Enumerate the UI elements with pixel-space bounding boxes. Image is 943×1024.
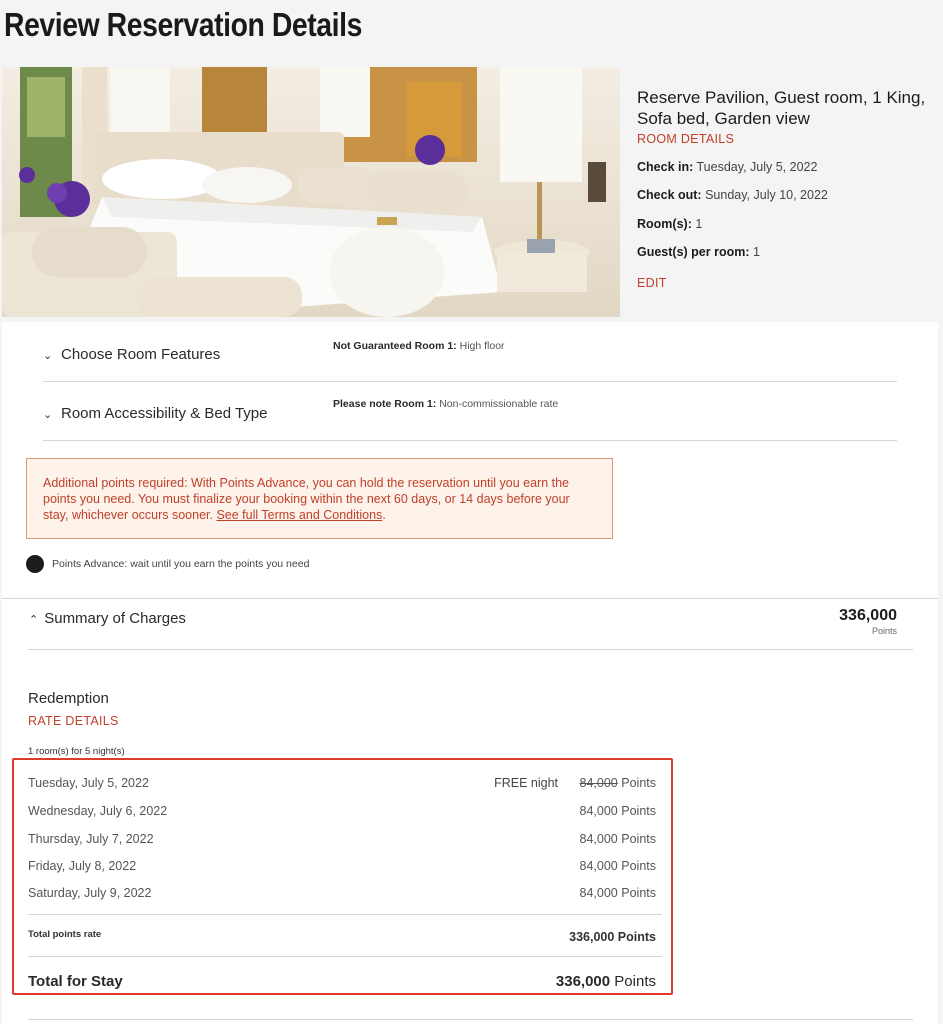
night-points: 84,000 Points [580,859,656,873]
total-points-rate-label: Total points rate [28,929,102,940]
night-date: Wednesday, July 6, 2022 [28,804,168,818]
divider [2,598,938,599]
summary-toggle[interactable]: ⌃ Summary of Charges [29,610,186,627]
terms-link[interactable]: See full Terms and Conditions [216,508,382,522]
edit-link[interactable]: EDIT [637,276,927,290]
night-date: Friday, July 8, 2022 [28,859,137,873]
divider [28,914,662,915]
accessibility-note-label: Please note Room 1: [333,398,437,410]
highlight-box [12,758,673,995]
night-points-value: 84,000 [579,832,618,846]
rate-details-link[interactable]: RATE DETAILS [28,714,119,728]
accessibility-toggle[interactable]: ⌄ Room Accessibility & Bed Type [43,405,267,422]
night-points: 84,000 Points [580,832,656,846]
night-points-unit: Points [621,804,656,818]
check-in-value: Tuesday, July 5, 2022 [696,160,818,174]
check-in-row: Check in: Tuesday, July 5, 2022 [637,159,927,175]
room-features-note-value: High floor [459,340,505,352]
guests-row: Guest(s) per room: 1 [637,244,927,260]
night-points-value: 84,000 [579,859,618,873]
guests-value: 1 [753,245,760,259]
check-out-label: Check out: [637,188,702,202]
total-for-stay-unit: Points [614,973,656,990]
divider [28,956,662,957]
points-alert: Additional points required: With Points … [26,458,613,539]
summary-total: 336,000 Points [839,607,897,636]
night-points-value: 84,000 [579,886,618,900]
night-points-value: 84,000 [579,804,618,818]
room-info: Reserve Pavilion, Guest room, 1 King, So… [637,87,927,290]
free-night-label: FREE night [494,776,558,790]
room-features-row[interactable]: ⌄ Choose Room Features Not Guaranteed Roo… [43,324,897,382]
guests-label: Guest(s) per room: [637,245,750,259]
summary-total-value: 336,000 [839,607,897,624]
chevron-down-icon: ⌄ [43,409,53,421]
summary-total-unit: Points [871,626,897,636]
rooms-label: Room(s): [637,217,692,231]
total-for-stay-label: Total for Stay [28,973,123,990]
night-points-unit: Points [621,832,656,846]
room-features-note: Not Guaranteed Room 1: High floor [333,340,505,352]
divider [28,1019,913,1020]
room-photo [2,67,620,317]
chevron-up-icon: ⌃ [29,614,39,626]
accessibility-row[interactable]: ⌄ Room Accessibility & Bed Type Please no… [43,383,897,441]
points-alert-trailing: . [382,508,386,522]
page-title: Review Reservation Details [4,6,362,43]
night-points: 84,000 Points [580,886,656,900]
room-features-toggle[interactable]: ⌄ Choose Room Features [43,346,220,363]
night-date: Saturday, July 9, 2022 [28,886,152,900]
room-details-link[interactable]: ROOM DETAILS [637,132,927,146]
points-advance-label: Points Advance: wait until you earn the … [52,558,310,570]
room-features-label: Choose Room Features [61,346,221,363]
check-out-row: Check out: Sunday, July 10, 2022 [637,187,927,203]
night-points: 84,000 Points [580,776,656,790]
check-out-value: Sunday, July 10, 2022 [705,188,828,202]
redemption-title: Redemption [28,690,109,707]
room-features-note-label: Not Guaranteed Room 1: [333,340,457,352]
rooms-value: 1 [695,217,703,231]
night-points-unit: Points [621,886,656,900]
total-for-stay-value: 336,000 Points [556,973,656,990]
accessibility-label: Room Accessibility & Bed Type [61,405,268,422]
rooms-nights-text: 1 room(s) for 5 night(s) [28,746,125,757]
room-image-illustration [2,67,620,317]
total-for-stay-number: 336,000 [555,973,611,990]
night-points-value-struck: 84,000 [579,776,618,790]
night-points-unit: Points [621,776,656,790]
rooms-row: Room(s): 1 [637,216,927,232]
night-date: Tuesday, July 5, 2022 [28,776,149,790]
accessibility-note-value: Non-commissionable rate [439,398,559,410]
chevron-down-icon: ⌄ [43,350,53,362]
room-card: Reserve Pavilion, Guest room, 1 King, So… [2,67,940,317]
room-name: Reserve Pavilion, Guest room, 1 King, So… [637,88,926,128]
check-in-label: Check in: [637,160,694,174]
accessibility-note: Please note Room 1: Non-commissionable r… [333,398,558,410]
summary-title: Summary of Charges [44,610,186,627]
total-points-rate-value: 336,000 Points [569,930,656,944]
night-date: Thursday, July 7, 2022 [28,832,154,846]
divider [28,649,913,650]
radio-selected-icon[interactable] [26,555,44,573]
night-points-unit: Points [621,859,656,873]
points-advance-option[interactable]: Points Advance: wait until you earn the … [26,555,309,573]
night-points: 84,000 Points [580,804,656,818]
